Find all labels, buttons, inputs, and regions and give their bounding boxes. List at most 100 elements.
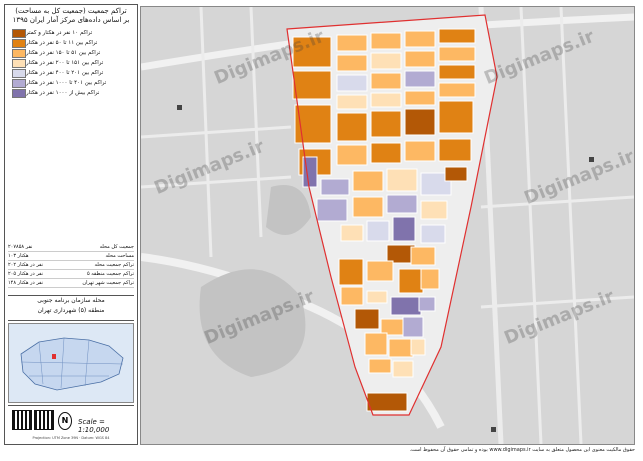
stat-label: جمعیت کل محله bbox=[99, 244, 134, 250]
city-block bbox=[370, 72, 402, 90]
legend-item: تراکم ۱۰ نفر در هکتار و کمتر bbox=[5, 28, 137, 38]
stat-value: ۱۰۳ هکتار bbox=[8, 253, 29, 259]
map-canvas[interactable]: Digimaps.ir Digimaps.ir Digimaps.ir Digi… bbox=[140, 6, 635, 445]
city-block bbox=[404, 140, 436, 162]
district-name: منطقه (۵) شهرداری تهران bbox=[37, 307, 105, 314]
legend-swatch bbox=[12, 48, 26, 58]
city-block bbox=[404, 30, 436, 48]
legend-label: تراکم بین ۵۱ تا ۱۵۰ نفر در هکتار bbox=[26, 50, 101, 56]
legend-label: تراکم بین ۱۱ تا ۵۰ نفر در هکتار bbox=[26, 40, 98, 46]
city-block bbox=[404, 108, 436, 136]
road bbox=[559, 7, 583, 444]
park-area bbox=[266, 185, 311, 235]
city-block bbox=[420, 224, 446, 244]
city-block bbox=[354, 308, 380, 330]
city-block bbox=[438, 100, 474, 134]
road bbox=[141, 125, 292, 139]
city-block bbox=[418, 296, 436, 312]
city-block bbox=[438, 64, 476, 80]
stat-row: ۱۴۸ نفر در هکتار تراکم جمعیت شهر تهران bbox=[8, 279, 134, 288]
city-block bbox=[370, 142, 402, 164]
stat-label: تراکم جمعیت محله bbox=[94, 262, 134, 268]
stat-value: ۲۰۲ نفر در هکتار bbox=[8, 262, 44, 268]
city-block bbox=[340, 224, 364, 242]
stat-row: ۱۰۳ هکتار مساحت محله bbox=[8, 252, 134, 261]
copyright-footer: حقوق مالکیت معنوی این محصول متعلق به سای… bbox=[409, 447, 635, 453]
legend-item: تراکم بین ۱۵۱ تا ۲۰۰ نفر در هکتار bbox=[5, 58, 137, 68]
city-block bbox=[438, 46, 476, 62]
legend: تراکم ۱۰ نفر در هکتار و کمتر تراکم بین ۱… bbox=[5, 28, 137, 98]
road bbox=[249, 7, 263, 238]
city-block bbox=[386, 194, 418, 214]
city-block bbox=[402, 316, 424, 338]
city-block bbox=[352, 196, 384, 218]
city-block bbox=[292, 70, 332, 100]
city-block bbox=[404, 70, 436, 88]
legend-label: تراکم بین ۱۵۱ تا ۲۰۰ نفر در هکتار bbox=[26, 60, 104, 66]
stat-value: ۲۰۵ نفر در هکتار bbox=[8, 271, 44, 277]
city-block bbox=[420, 200, 448, 220]
inset-svg bbox=[20, 337, 124, 391]
legend-swatch bbox=[12, 28, 26, 38]
city-block bbox=[366, 290, 388, 304]
map-sheet: تراکم جمعیت (جمعیت کل به مساحت) بر اساس … bbox=[0, 0, 643, 461]
city-block bbox=[370, 32, 402, 50]
city-block bbox=[410, 338, 426, 356]
legend-swatch bbox=[12, 88, 26, 98]
map-subtitle: بر اساس داده‌های مرکز آمار ایران ۱۳۹۵ bbox=[12, 16, 130, 24]
legend-label: تراکم ۱۰ نفر در هکتار و کمتر bbox=[26, 30, 93, 36]
legend-item: تراکم بیش از ۱۰۰۰ نفر در هکتار bbox=[5, 88, 137, 98]
city-block bbox=[366, 260, 394, 282]
city-block bbox=[404, 50, 436, 68]
city-block bbox=[336, 74, 368, 92]
north-arrow-icon: N bbox=[58, 412, 72, 430]
scale-label: Scale = 1:10,000 bbox=[78, 418, 110, 434]
legend-panel: تراکم جمعیت (جمعیت کل به مساحت) بر اساس … bbox=[4, 4, 138, 445]
city-block bbox=[404, 90, 436, 106]
location-marker bbox=[52, 354, 56, 359]
stat-row: ۲۰۵ نفر در هکتار تراکم جمعیت منطقه ۵ bbox=[8, 270, 134, 279]
tehran-outline bbox=[20, 337, 124, 391]
stat-label: تراکم جمعیت شهر تهران bbox=[82, 280, 134, 286]
city-block bbox=[370, 92, 402, 108]
city-block bbox=[336, 94, 368, 110]
qr-code-icon bbox=[12, 410, 32, 430]
city-block bbox=[336, 34, 368, 52]
legend-item: تراکم بین ۲۰۱ تا ۴۰۰ نفر در هکتار bbox=[5, 68, 137, 78]
city-block bbox=[364, 332, 388, 356]
city-block bbox=[392, 360, 414, 378]
poi-icon bbox=[177, 105, 182, 110]
city-block bbox=[388, 338, 414, 358]
city-block bbox=[444, 166, 468, 182]
city-block bbox=[438, 28, 476, 44]
map-footer-box: N Scale = 1:10,000 Projection: UTM Zone … bbox=[8, 405, 134, 444]
city-block bbox=[320, 178, 350, 196]
legend-label: تراکم بیش از ۱۰۰۰ نفر در هکتار bbox=[26, 90, 100, 96]
legend-swatch bbox=[12, 58, 26, 68]
map-title: تراکم جمعیت (جمعیت کل به مساحت) bbox=[15, 7, 127, 15]
legend-swatch bbox=[12, 68, 26, 78]
stats-table: ۲۰۷۸۵۸ نفر جمعیت کل محله ۱۰۳ هکتار مساحت… bbox=[8, 243, 134, 288]
city-block bbox=[352, 170, 384, 192]
city-block bbox=[398, 268, 424, 294]
city-block bbox=[336, 54, 368, 72]
city-block bbox=[366, 392, 408, 412]
city-block bbox=[368, 358, 392, 374]
poi-icon bbox=[491, 427, 496, 432]
legend-item: تراکم بین ۱۱ تا ۵۰ نفر در هکتار bbox=[5, 38, 137, 48]
city-block bbox=[370, 52, 402, 70]
area-name-box: محله سازمان برنامه جنوبی منطقه (۵) شهردا… bbox=[8, 295, 134, 321]
city-block bbox=[410, 246, 436, 266]
city-block bbox=[340, 286, 364, 306]
legend-item: تراکم بین ۴۰۱ تا ۱۰۰۰ نفر در هکتار bbox=[5, 78, 137, 88]
road bbox=[480, 195, 634, 209]
city-block bbox=[338, 258, 364, 286]
stat-value: ۱۴۸ نفر در هکتار bbox=[8, 280, 44, 286]
qr-code-icon bbox=[34, 410, 54, 430]
projection-note: Projection: UTM Zone 39N · Datum: WGS 84 bbox=[32, 436, 110, 440]
stat-label: تراکم جمعیت منطقه ۵ bbox=[86, 271, 134, 277]
stat-row: ۲۰۷۸۵۸ نفر جمعیت کل محله bbox=[8, 243, 134, 252]
stat-row: ۲۰۲ نفر در هکتار تراکم جمعیت محله bbox=[8, 261, 134, 270]
stat-label: مساحت محله bbox=[105, 253, 135, 259]
stat-value: ۲۰۷۸۵۸ نفر bbox=[8, 244, 33, 250]
